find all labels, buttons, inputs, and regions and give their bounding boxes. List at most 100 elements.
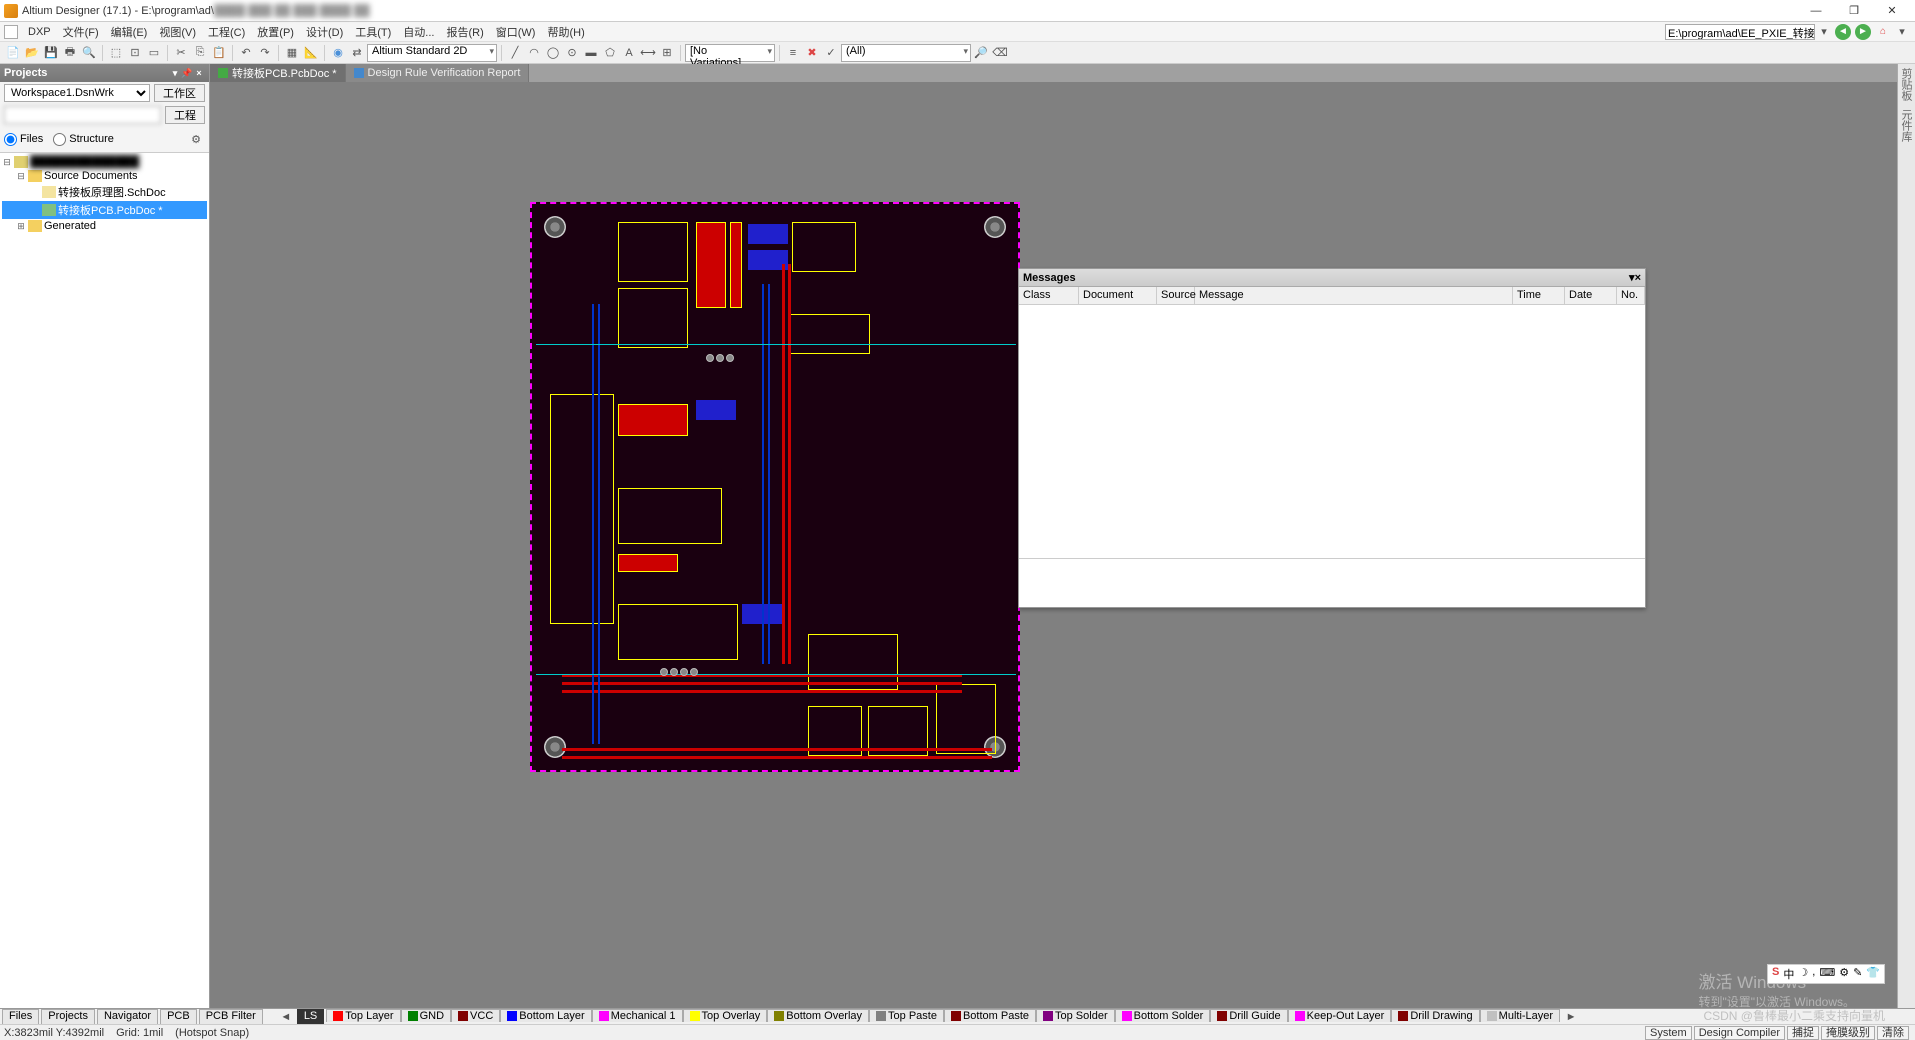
menu-place[interactable]: 放置(P): [251, 24, 300, 40]
layer-tab-4[interactable]: Mechanical 1: [592, 1009, 683, 1022]
project-button[interactable]: 工程: [165, 106, 205, 124]
tab-navigator[interactable]: Navigator: [97, 1009, 158, 1024]
dxp-icon[interactable]: [4, 25, 18, 39]
col-no[interactable]: No.: [1617, 287, 1645, 304]
layer-tab-3[interactable]: Bottom Layer: [500, 1009, 591, 1022]
layer-tab-6[interactable]: Bottom Overlay: [767, 1009, 869, 1022]
panel-close-icon[interactable]: ×: [193, 68, 205, 78]
menu-window[interactable]: 窗口(W): [490, 24, 542, 40]
tab-pcb-bottom[interactable]: PCB: [160, 1009, 197, 1024]
undo-icon[interactable]: ↶: [237, 44, 255, 62]
nav-fwd-button[interactable]: ►: [1855, 24, 1871, 40]
variations-select[interactable]: [No Variations]: [685, 44, 775, 62]
place-line-icon[interactable]: ╱: [506, 44, 524, 62]
copy-icon[interactable]: ⎘: [191, 44, 209, 62]
col-message[interactable]: Message: [1195, 287, 1513, 304]
place-arc-icon[interactable]: ◠: [525, 44, 543, 62]
messages-panel[interactable]: Messages ▾ × Class Document Source Messa…: [1018, 268, 1646, 608]
zoom-sel-icon[interactable]: ▭: [145, 44, 163, 62]
status-clear-btn[interactable]: 清除: [1877, 1026, 1909, 1040]
layer-tab-13[interactable]: Drill Drawing: [1391, 1009, 1479, 1022]
layer-prev-icon[interactable]: ◄: [277, 1008, 295, 1026]
path-dropdown-icon[interactable]: ▾: [1815, 23, 1833, 41]
layer-tab-2[interactable]: VCC: [451, 1009, 500, 1022]
ime-toolbar[interactable]: S 中☽, ⌨⚙✎👕: [1767, 964, 1885, 984]
path-selector[interactable]: E:\program\ad\EE_PXIE_转接板\: [1665, 24, 1815, 40]
tree-file-pcb[interactable]: 转接板PCB.PcbDoc *: [2, 201, 207, 219]
project-tree[interactable]: ⊟██████████████ ⊟Source Documents 转接板原理图…: [0, 153, 209, 1008]
workspace-select[interactable]: Workspace1.DsnWrk: [4, 84, 150, 102]
layer-tab-14[interactable]: Multi-Layer: [1480, 1009, 1560, 1022]
layer-tab-5[interactable]: Top Overlay: [683, 1009, 768, 1022]
menu-design[interactable]: 设计(D): [300, 24, 349, 40]
zoom-area-icon[interactable]: ⬚: [107, 44, 125, 62]
filter-select[interactable]: (All): [841, 44, 971, 62]
col-source[interactable]: Source: [1157, 287, 1195, 304]
radio-structure[interactable]: Structure: [53, 133, 114, 146]
panel-dropdown-icon[interactable]: ▾: [169, 68, 181, 79]
radio-files[interactable]: Files: [4, 133, 43, 146]
layer-tab-7[interactable]: Top Paste: [869, 1009, 944, 1022]
layer-tab-11[interactable]: Drill Guide: [1210, 1009, 1287, 1022]
layer-tab-0[interactable]: Top Layer: [326, 1009, 400, 1022]
maximize-button[interactable]: ❐: [1835, 1, 1873, 21]
nav-back-button[interactable]: ◄: [1835, 24, 1851, 40]
status-system[interactable]: System: [1645, 1026, 1692, 1040]
grid-icon[interactable]: ▦: [283, 44, 301, 62]
redo-icon[interactable]: ↷: [256, 44, 274, 62]
menu-file[interactable]: 文件(F): [57, 24, 105, 40]
layer-next-icon[interactable]: ►: [1562, 1008, 1580, 1026]
layer-tab-1[interactable]: GND: [401, 1009, 451, 1022]
paste-icon[interactable]: 📋: [210, 44, 228, 62]
place-string-icon[interactable]: A: [620, 44, 638, 62]
place-dim-icon[interactable]: ⟷: [639, 44, 657, 62]
layer-tab-8[interactable]: Bottom Paste: [944, 1009, 1036, 1022]
menu-help[interactable]: 帮助(H): [541, 24, 590, 40]
nav-home-icon[interactable]: ⌂: [1875, 24, 1891, 40]
highlight-icon[interactable]: ✓: [822, 44, 840, 62]
layer-tab-10[interactable]: Bottom Solder: [1115, 1009, 1211, 1022]
tab-pcb[interactable]: 转接板PCB.PcbDoc *: [210, 64, 346, 82]
tree-source-docs[interactable]: ⊟Source Documents: [2, 169, 207, 183]
layer-tab-12[interactable]: Keep-Out Layer: [1288, 1009, 1392, 1022]
print-icon[interactable]: 🖶: [61, 44, 79, 62]
minimize-button[interactable]: —: [1797, 1, 1835, 21]
col-date[interactable]: Date: [1565, 287, 1617, 304]
units-icon[interactable]: 📐: [302, 44, 320, 62]
tab-projects[interactable]: Projects: [41, 1009, 95, 1024]
layer-tab-9[interactable]: Top Solder: [1036, 1009, 1115, 1022]
menu-project[interactable]: 工程(C): [202, 24, 251, 40]
workspace-button[interactable]: 工作区: [154, 84, 205, 102]
col-document[interactable]: Document: [1079, 287, 1157, 304]
place-poly-icon[interactable]: ⬠: [601, 44, 619, 62]
status-design-compiler[interactable]: Design Compiler: [1694, 1026, 1785, 1040]
new-icon[interactable]: 📄: [4, 44, 22, 62]
clear-icon[interactable]: ⌫: [991, 44, 1009, 62]
view-mode-select[interactable]: Altium Standard 2D: [367, 44, 497, 62]
menu-edit[interactable]: 编辑(E): [105, 24, 154, 40]
view3d-icon[interactable]: ◉: [329, 44, 347, 62]
close-button[interactable]: ✕: [1873, 1, 1911, 21]
messages-close-icon[interactable]: ×: [1635, 272, 1641, 284]
preview-icon[interactable]: 🔍: [80, 44, 98, 62]
place-comp-icon[interactable]: ⊞: [658, 44, 676, 62]
rail-libraries[interactable]: 元件库: [1899, 109, 1914, 142]
open-icon[interactable]: 📂: [23, 44, 41, 62]
cut-icon[interactable]: ✂: [172, 44, 190, 62]
align-icon[interactable]: ≡: [784, 44, 802, 62]
col-time[interactable]: Time: [1513, 287, 1565, 304]
status-mask-btn[interactable]: 掩膜级别: [1821, 1026, 1875, 1040]
tree-project-root[interactable]: ⊟██████████████: [2, 155, 207, 169]
flip-icon[interactable]: ⇄: [348, 44, 366, 62]
tree-file-sch[interactable]: 转接板原理图.SchDoc: [2, 183, 207, 201]
place-via-icon[interactable]: ⊙: [563, 44, 581, 62]
menu-auto[interactable]: 自动...: [397, 24, 440, 40]
nav-dd-icon[interactable]: ▾: [1893, 23, 1911, 41]
project-settings-icon[interactable]: ⚙: [187, 130, 205, 148]
cross-icon[interactable]: ✖: [803, 44, 821, 62]
rail-clipboard[interactable]: 剪贴板: [1899, 68, 1914, 101]
tab-files[interactable]: Files: [2, 1009, 39, 1024]
menu-dxp[interactable]: DXP: [22, 26, 57, 38]
tree-generated[interactable]: ⊞Generated: [2, 219, 207, 233]
save-icon[interactable]: 💾: [42, 44, 60, 62]
